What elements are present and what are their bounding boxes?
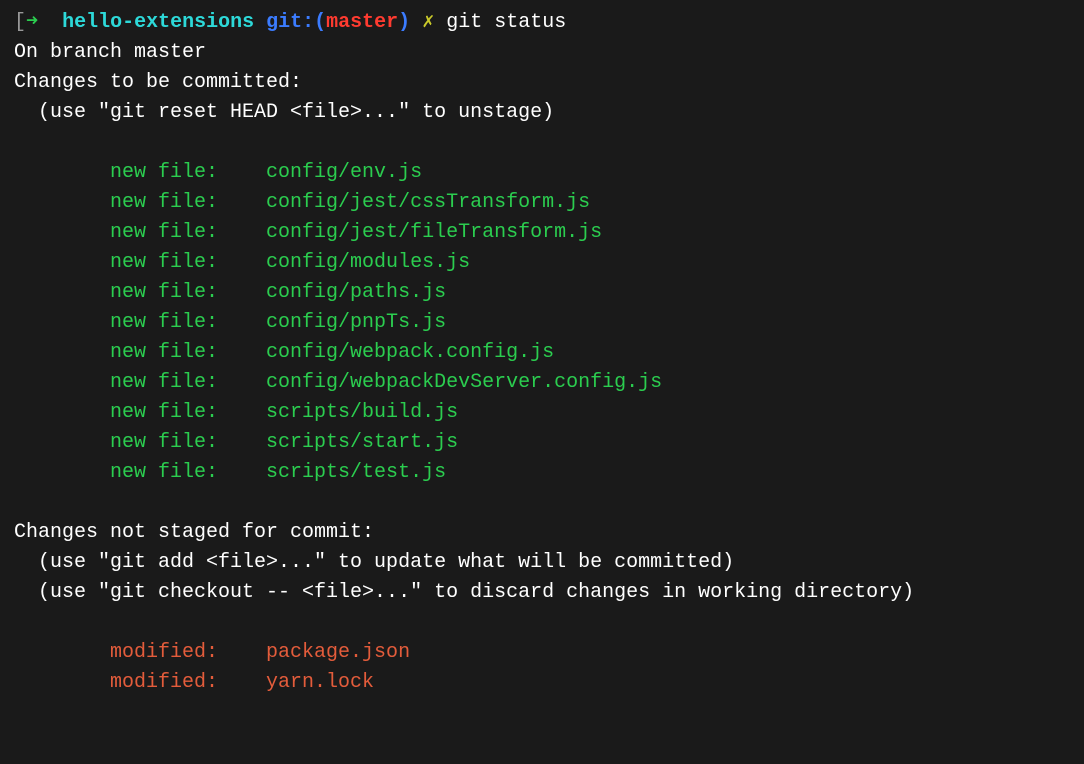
staged-hint: (use "git reset HEAD <file>..." to unsta… [14,98,1070,128]
prompt-command: git status [446,11,566,34]
prompt-arrow-icon: ➜ [26,11,38,34]
unstaged-hint-1: (use "git add <file>..." to update what … [14,548,1070,578]
staged-file-entry: new file: scripts/test.js [14,458,1070,488]
prompt-paren-close: ) [398,11,410,34]
staged-file-entry: new file: config/webpack.config.js [14,338,1070,368]
prompt-bracket: [ [14,11,26,34]
prompt-dirname: hello-extensions [62,11,254,34]
unstaged-header: Changes not staged for commit: [14,518,1070,548]
prompt-dirty-icon: ✗ [422,11,434,34]
staged-file-entry: new file: config/paths.js [14,278,1070,308]
staged-file-entry: new file: config/jest/fileTransform.js [14,218,1070,248]
terminal-output[interactable]: [➜ hello-extensions git:(master) ✗ git s… [14,8,1070,698]
staged-file-entry: new file: config/modules.js [14,248,1070,278]
staged-file-entry: new file: config/pnpTs.js [14,308,1070,338]
blank-line [14,488,1070,518]
blank-line [14,128,1070,158]
branch-status-line: On branch master [14,38,1070,68]
staged-header: Changes to be committed: [14,68,1070,98]
staged-file-entry: new file: config/env.js [14,158,1070,188]
prompt-branch: master [326,11,398,34]
staged-file-entry: new file: config/webpackDevServer.config… [14,368,1070,398]
prompt-git-label: git: [266,11,314,34]
unstaged-hint-2: (use "git checkout -- <file>..." to disc… [14,578,1070,608]
prompt-line: [➜ hello-extensions git:(master) ✗ git s… [14,8,1070,38]
staged-file-entry: new file: config/jest/cssTransform.js [14,188,1070,218]
blank-line [14,608,1070,638]
staged-file-entry: new file: scripts/build.js [14,398,1070,428]
staged-files-list: new file: config/env.js new file: config… [14,158,1070,488]
staged-file-entry: new file: scripts/start.js [14,428,1070,458]
unstaged-file-entry: modified: package.json [14,638,1070,668]
unstaged-files-list: modified: package.json modified: yarn.lo… [14,638,1070,698]
unstaged-file-entry: modified: yarn.lock [14,668,1070,698]
prompt-paren-open: ( [314,11,326,34]
